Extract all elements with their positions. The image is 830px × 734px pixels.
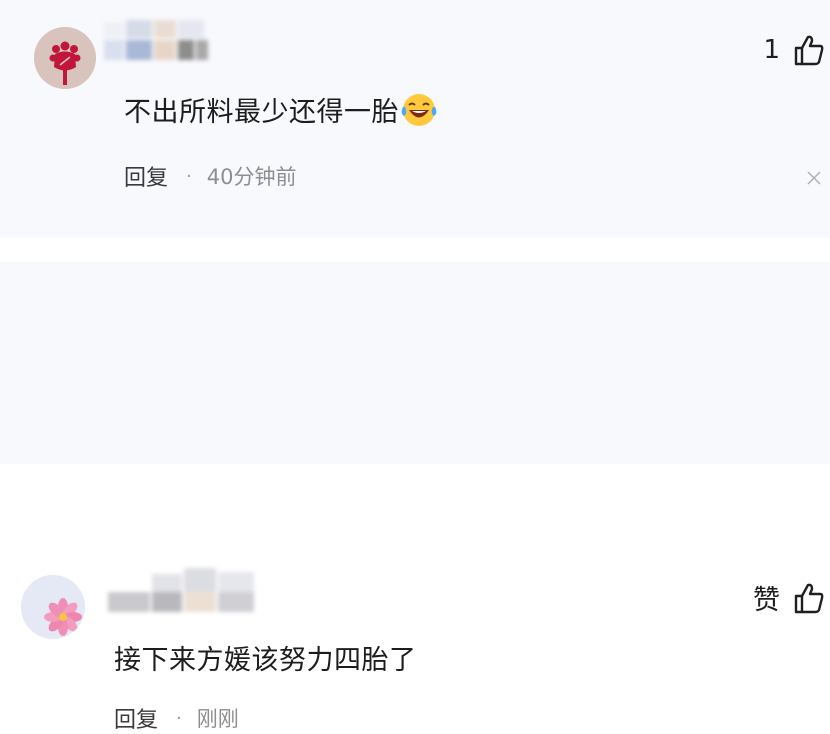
reply-button[interactable]: 回复 xyxy=(114,702,158,734)
like-area[interactable]: 1 xyxy=(763,34,824,66)
comment-meta: 回复 · 刚刚 xyxy=(114,702,239,734)
like-label: 赞 xyxy=(753,585,780,616)
avatar-image xyxy=(34,27,96,89)
comment-card: 赞 接下来方媛该努力四胎了 回复 · 刚刚 xyxy=(0,262,830,733)
username-blurred xyxy=(104,20,216,62)
meta-separator: · xyxy=(176,707,182,729)
avatar-image xyxy=(21,575,85,639)
avatar[interactable] xyxy=(21,575,85,639)
laughing-with-tears-emoji-icon xyxy=(401,93,437,126)
reply-button[interactable]: 回复 xyxy=(124,160,168,192)
avatar[interactable] xyxy=(34,27,96,89)
like-count: 1 xyxy=(763,35,780,65)
meta-separator: · xyxy=(186,165,192,187)
comment-divider xyxy=(0,238,830,262)
comment-meta: 回复 · 40分钟前 xyxy=(124,160,296,192)
timestamp: 40分钟前 xyxy=(206,165,297,189)
comment-body: 不出所料最少还得一胎 xyxy=(124,97,399,128)
timestamp: 刚刚 xyxy=(196,707,239,731)
thumbs-up-icon[interactable] xyxy=(794,34,824,66)
like-area[interactable]: 赞 xyxy=(753,578,824,617)
username-blurred xyxy=(108,568,264,614)
comment-card: 1 不出所料最少还得一胎 回复 · 40分钟前 xyxy=(0,0,830,238)
comment-text: 不出所料最少还得一胎 xyxy=(124,90,438,129)
comment-text: 接下来方媛该努力四胎了 xyxy=(114,645,417,676)
thumbs-up-icon[interactable] xyxy=(794,582,824,614)
close-icon[interactable] xyxy=(806,170,822,186)
